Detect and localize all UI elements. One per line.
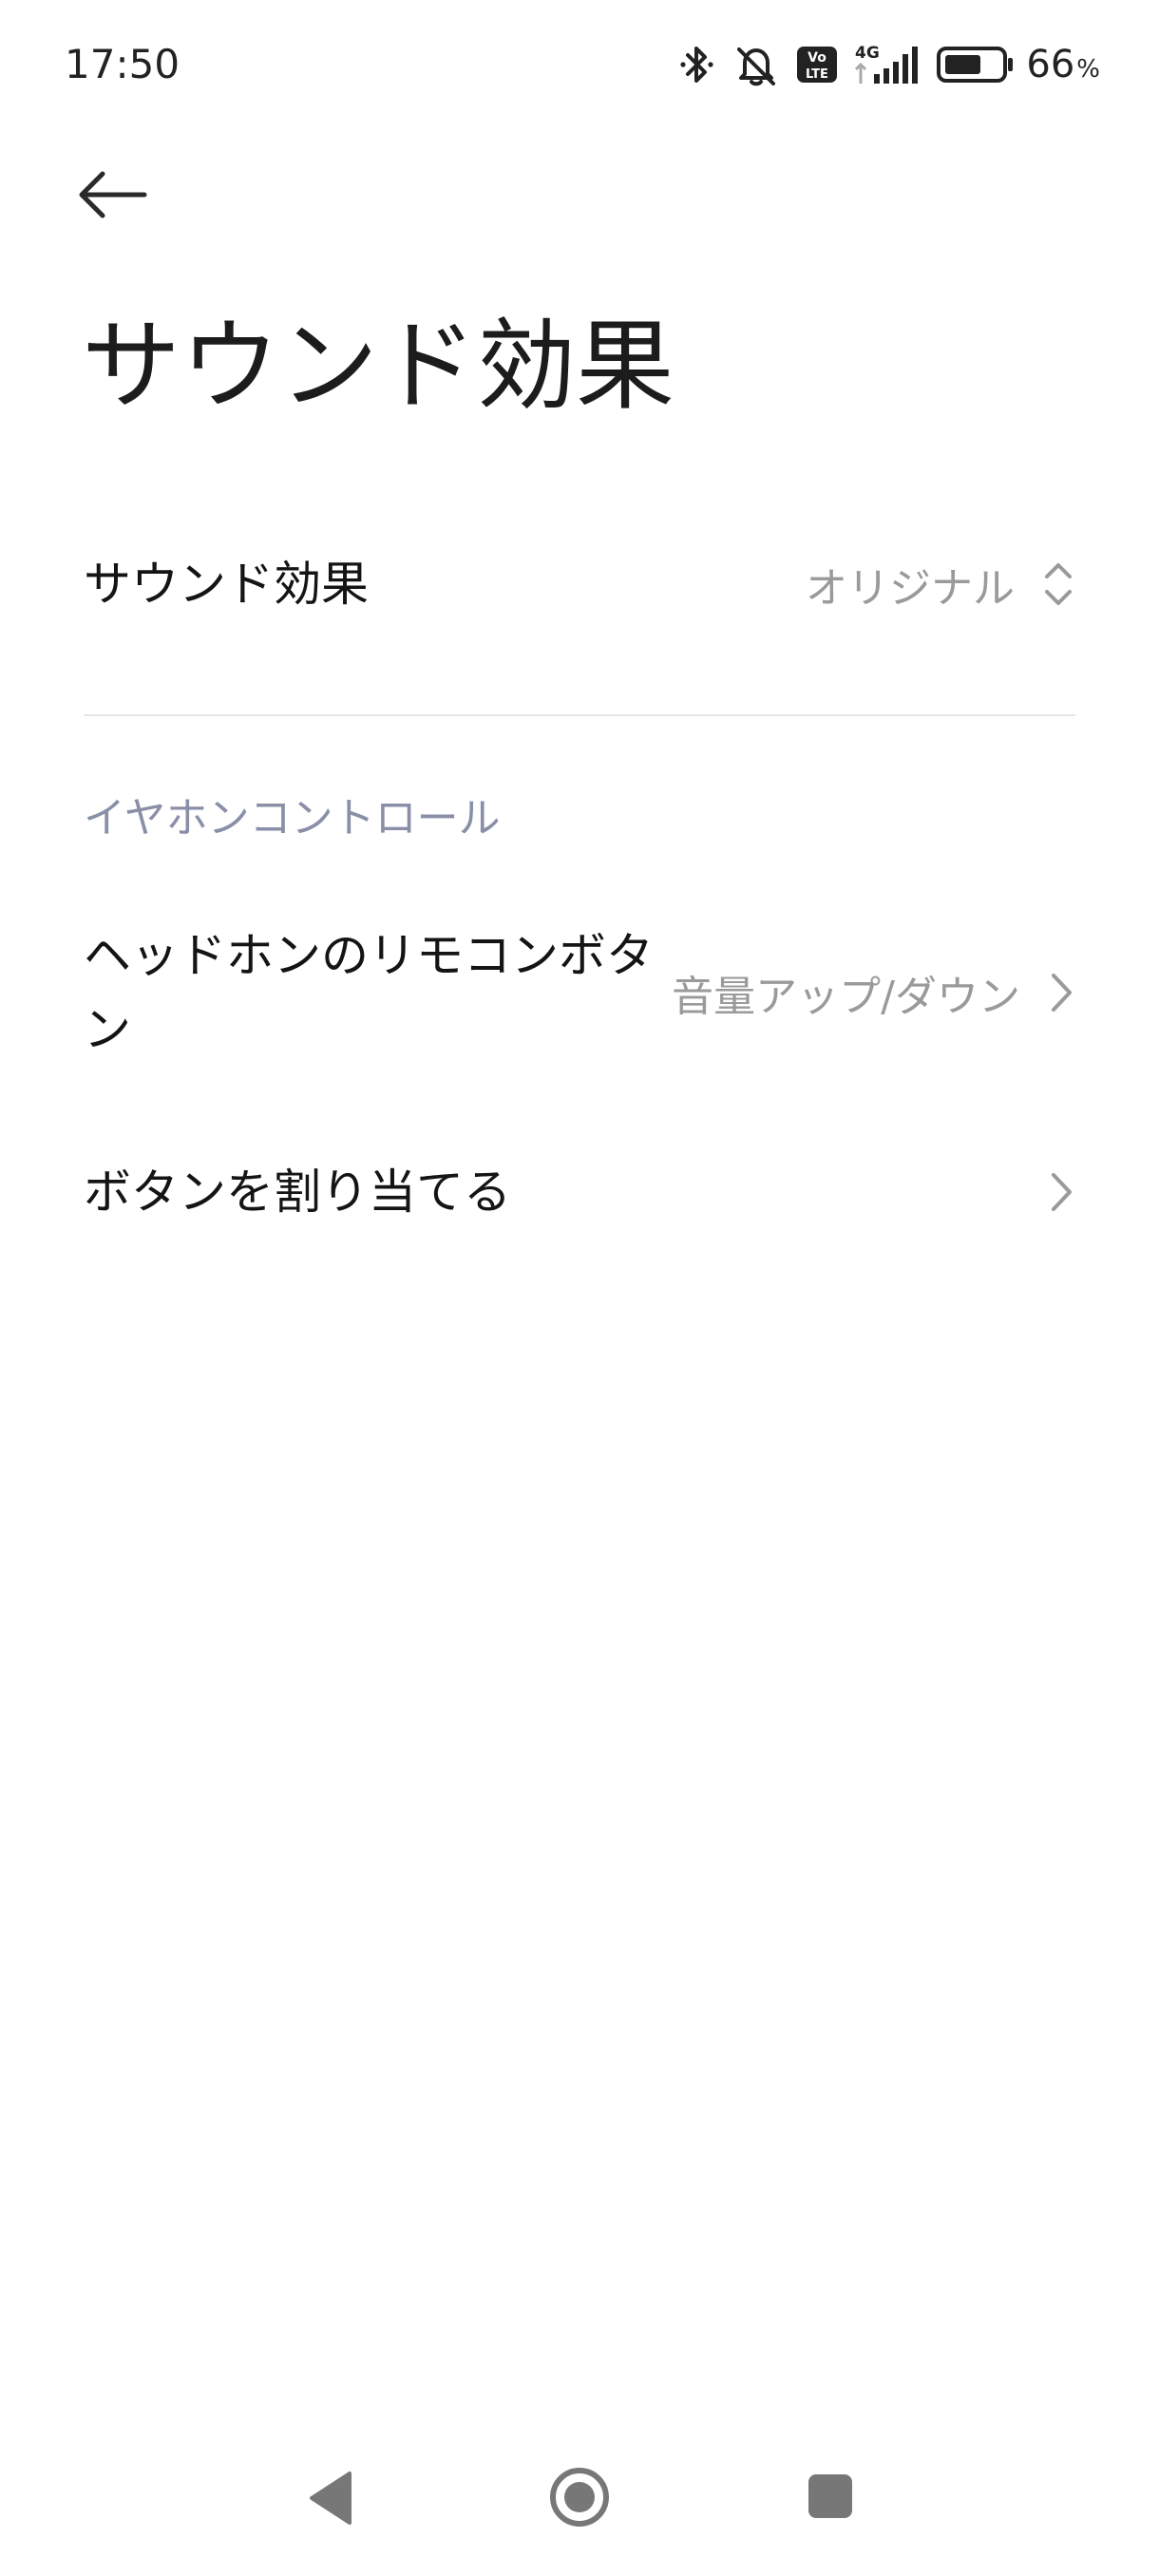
sound-effect-label: サウンド効果	[84, 557, 369, 612]
signal-4g-icon: 4G	[855, 44, 919, 84]
battery-percent: 66%	[1026, 43, 1100, 86]
mute-icon	[737, 47, 776, 86]
assign-button-right	[1047, 1167, 1075, 1217]
status-bar: 17:50 Vo LTE 4G 66 %	[0, 0, 1159, 133]
nav-home-icon	[550, 2468, 609, 2527]
status-time: 17:50	[65, 41, 180, 87]
back-button[interactable]	[76, 157, 162, 233]
volte-icon: Vo LTE	[797, 47, 838, 83]
status-icons: Vo LTE 4G 66%	[663, 36, 1100, 93]
bluetooth-icon	[680, 47, 713, 83]
chevron-right-icon	[1052, 1173, 1072, 1211]
svg-text:4G: 4G	[855, 44, 880, 63]
sound-effect-row[interactable]: サウンド効果 オリジナル	[84, 541, 1075, 627]
divider	[84, 714, 1075, 716]
sound-effect-selector[interactable]: オリジナル	[806, 554, 1075, 615]
assign-button-row[interactable]: ボタンを割り当てる	[84, 1149, 1075, 1235]
nav-back-icon	[310, 2472, 352, 2525]
nav-home-button[interactable]	[546, 2464, 613, 2534]
arrow-left-icon	[79, 171, 147, 218]
nav-recents-icon	[808, 2474, 852, 2518]
sound-effect-value: オリジナル	[806, 564, 1015, 613]
headphone-remote-row[interactable]: ヘッドホンのリモコンボタン 音量アップ/ダウン	[84, 907, 1075, 1078]
chevron-right-icon	[1052, 974, 1072, 1012]
section-header-earphone-control: イヤホンコントロール	[84, 794, 501, 843]
nav-back-button[interactable]	[304, 2468, 357, 2532]
assign-button-label: ボタンを割り当てる	[84, 1165, 511, 1220]
svg-text:LTE: LTE	[806, 67, 828, 82]
chevron-up-down-icon	[1045, 563, 1072, 605]
headphone-remote-value: 音量アップ/ダウン	[672, 973, 1020, 1021]
svg-text:Vo: Vo	[808, 50, 827, 66]
page-title: サウンド効果	[82, 308, 675, 424]
battery-icon	[937, 47, 1014, 83]
headphone-remote-label: ヘッドホンのリモコンボタン	[84, 928, 654, 1057]
nav-recents-button[interactable]	[806, 2472, 855, 2525]
navigation-bar	[0, 2451, 1159, 2546]
headphone-remote-right: 音量アップ/ダウン	[672, 962, 1075, 1023]
